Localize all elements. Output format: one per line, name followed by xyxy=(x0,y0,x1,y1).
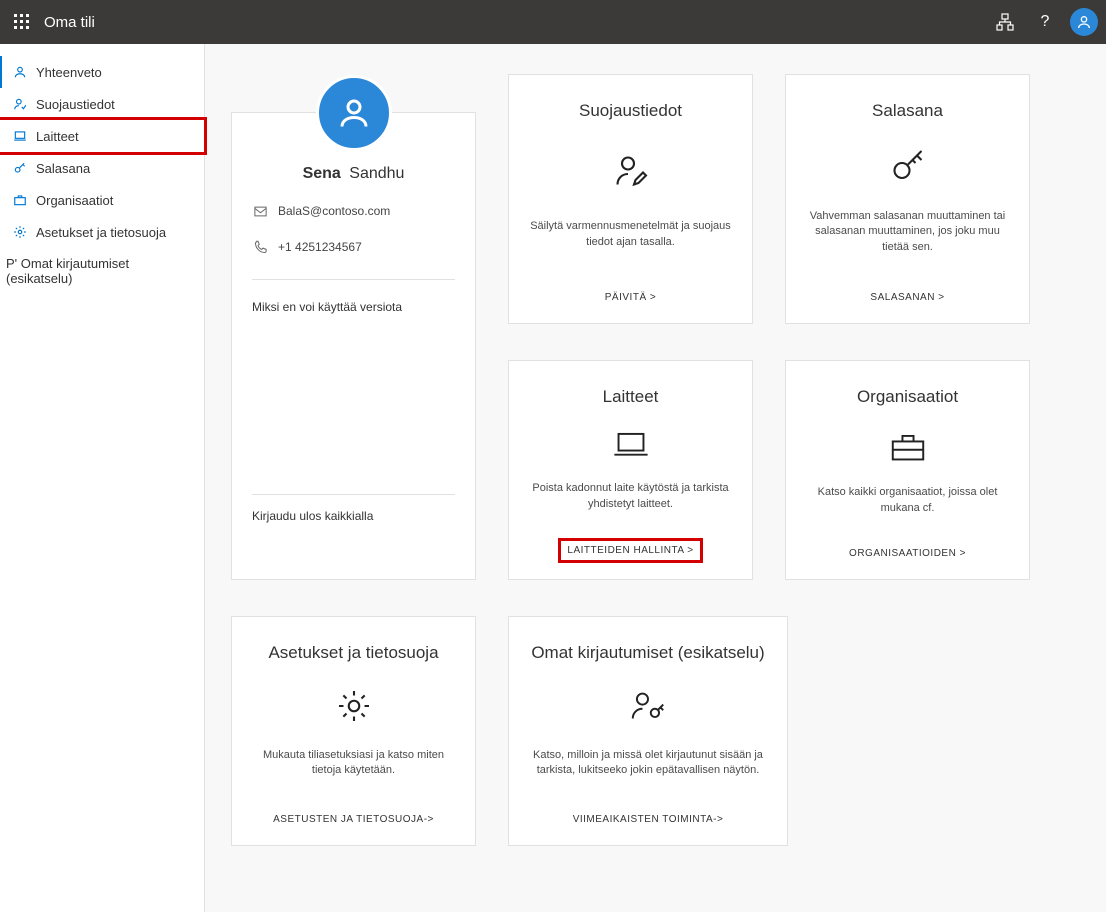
key-icon xyxy=(12,160,28,176)
profile-card: Sena Sandhu BalaS@contoso.com +1 4251234… xyxy=(231,112,476,580)
settings-privacy-link[interactable]: ASETUSTEN JA TIETOSUOJA-> xyxy=(267,810,440,829)
profile-email: BalaS@contoso.com xyxy=(278,204,390,218)
card-title: Salasana xyxy=(872,101,943,121)
sidebar-item-label: Suojaustiedot xyxy=(36,97,115,112)
org-chart-icon[interactable] xyxy=(990,7,1020,37)
card-desc: Katso kaikki organisaatiot, joissa olet … xyxy=(806,485,1009,516)
mail-icon xyxy=(252,203,268,219)
divider xyxy=(252,279,455,280)
profile-name: Sena Sandhu xyxy=(252,165,455,183)
sidebar-item-label: Asetukset ja tietosuoja xyxy=(36,225,166,240)
laptop-icon xyxy=(12,128,28,144)
sidebar-item-label: Yhteenveto xyxy=(36,65,102,80)
card-desc: Säilytä varmennusmenetelmät ja suojaus t… xyxy=(529,219,732,250)
header-avatar[interactable] xyxy=(1070,8,1098,36)
app-header: Oma tili ? xyxy=(0,0,1106,44)
sidebar-item-label: Salasana xyxy=(36,161,90,176)
card-password: Salasana Vahvemman salasanan muuttaminen… xyxy=(785,74,1030,324)
recent-activity-link[interactable]: VIIMEAIKAISTEN TOIMINTA-> xyxy=(567,810,730,829)
key-icon xyxy=(890,148,926,184)
gear-icon xyxy=(12,224,28,240)
card-security-info: Suojaustiedot Säilytä varmennusmenetelmä… xyxy=(508,74,753,324)
manage-devices-link[interactable]: LAITTEIDEN HALLINTA > xyxy=(558,538,702,563)
sidebar-item-overview[interactable]: Yhteenveto xyxy=(0,56,204,88)
profile-last-name: Sandhu xyxy=(349,165,404,182)
profile-phone: +1 4251234567 xyxy=(278,240,362,254)
sidebar-item-signins[interactable]: P' Omat kirjautumiset (esikatselu) xyxy=(0,248,204,294)
profile-avatar xyxy=(316,75,392,151)
card-title: Omat kirjautumiset (esikatselu) xyxy=(531,643,764,663)
sidebar-item-devices[interactable]: Laitteet xyxy=(0,117,207,155)
app-title: Oma tili xyxy=(44,14,990,31)
card-organizations: Organisaatiot Katso kaikki organisaatiot… xyxy=(785,360,1030,580)
card-desc: Mukauta tiliasetuksiasi ja katso miten t… xyxy=(252,748,455,779)
sidebar-item-label: Laitteet xyxy=(36,129,79,144)
gear-icon xyxy=(336,688,372,724)
main-content: Sena Sandhu BalaS@contoso.com +1 4251234… xyxy=(205,44,1106,912)
card-desc: Poista kadonnut laite käytöstä ja tarkis… xyxy=(529,481,732,512)
card-devices: Laitteet Poista kadonnut laite käytöstä … xyxy=(508,360,753,580)
why-cant-use-link[interactable]: Miksi en voi käyttää versiota xyxy=(252,300,455,314)
card-title: Asetukset ja tietosuoja xyxy=(268,643,438,663)
card-desc: Vahvemman salasanan muuttaminen tai sala… xyxy=(806,209,1009,255)
help-icon[interactable]: ? xyxy=(1030,7,1060,37)
laptop-icon xyxy=(613,427,649,463)
sidebar-item-label: P' Omat kirjautumiset (esikatselu) xyxy=(6,256,192,286)
sidebar-item-label: Organisaatiot xyxy=(36,193,113,208)
person-icon xyxy=(12,64,28,80)
person-check-icon xyxy=(12,96,28,112)
sidebar: Yhteenveto Suojaustiedot Laitteet Salasa… xyxy=(0,44,205,912)
phone-icon xyxy=(252,239,268,255)
app-launcher-icon[interactable] xyxy=(8,8,36,36)
briefcase-icon xyxy=(12,192,28,208)
profile-first-name: Sena xyxy=(303,165,341,182)
briefcase-icon xyxy=(890,429,926,465)
manage-orgs-link[interactable]: ORGANISAATIOIDEN > xyxy=(843,544,972,563)
sidebar-item-password[interactable]: Salasana xyxy=(0,152,204,184)
card-my-signins: Omat kirjautumiset (esikatselu) Katso, m… xyxy=(508,616,788,846)
sidebar-item-settings[interactable]: Asetukset ja tietosuoja xyxy=(0,216,204,248)
sidebar-item-security[interactable]: Suojaustiedot xyxy=(0,88,204,120)
card-desc: Katso, milloin ja missä olet kirjautunut… xyxy=(529,748,767,779)
card-settings-privacy: Asetukset ja tietosuoja Mukauta tiliaset… xyxy=(231,616,476,846)
profile-email-row: BalaS@contoso.com xyxy=(252,203,455,219)
signout-everywhere-link[interactable]: Kirjaudu ulos kaikkialla xyxy=(252,494,455,523)
person-edit-icon xyxy=(613,153,649,189)
update-security-link[interactable]: PÄIVITÄ > xyxy=(599,288,662,307)
sidebar-item-orgs[interactable]: Organisaatiot xyxy=(0,184,204,216)
card-title: Suojaustiedot xyxy=(579,101,682,121)
change-password-link[interactable]: SALASANAN > xyxy=(864,288,950,307)
profile-phone-row: +1 4251234567 xyxy=(252,239,455,255)
person-key-icon xyxy=(630,688,666,724)
card-title: Laitteet xyxy=(603,387,659,407)
card-title: Organisaatiot xyxy=(857,387,958,407)
